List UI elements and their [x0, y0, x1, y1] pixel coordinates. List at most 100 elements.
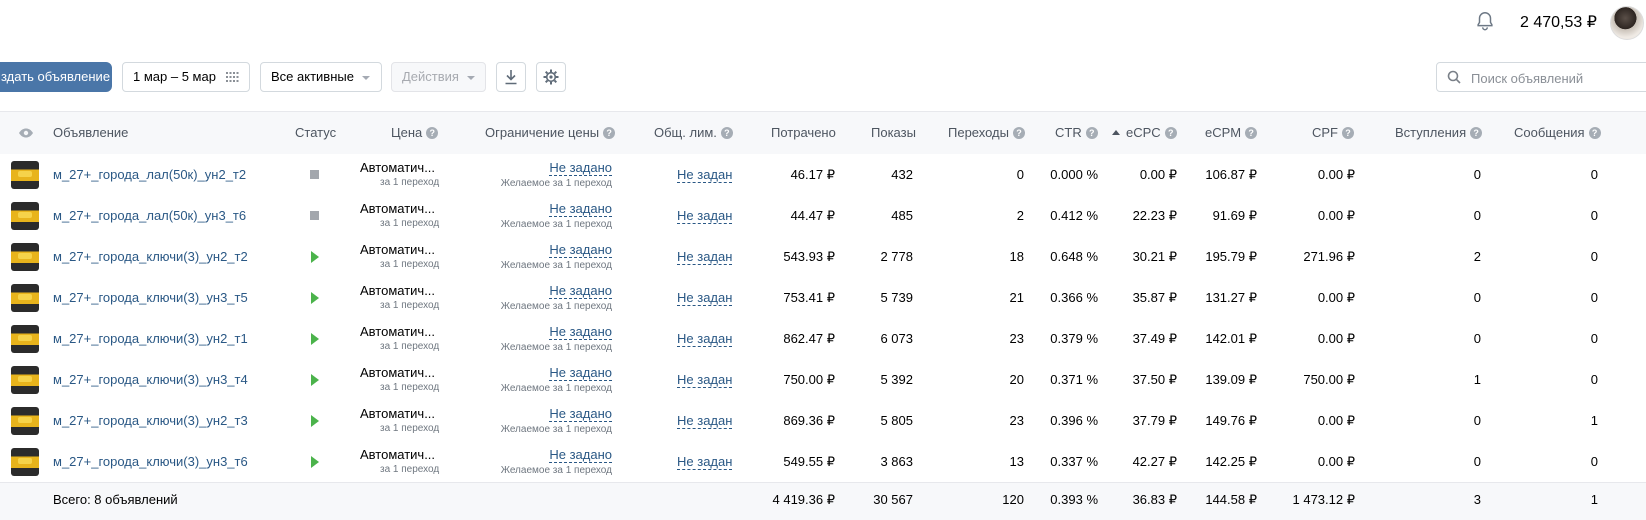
price-value[interactable]: Автоматич...: [360, 365, 435, 380]
ad-thumbnail[interactable]: [11, 325, 39, 353]
search-input[interactable]: [1469, 68, 1643, 88]
play-icon[interactable]: [311, 251, 319, 263]
help-icon[interactable]: ?: [1085, 127, 1098, 139]
column-joins[interactable]: Вступления?: [1395, 125, 1483, 140]
total-clicks: 120: [1002, 492, 1024, 507]
actions-dropdown[interactable]: Действия: [391, 62, 486, 92]
status-filter-dropdown[interactable]: Все активные: [260, 62, 382, 92]
column-messages[interactable]: Сообщения?: [1514, 125, 1601, 140]
play-icon[interactable]: [311, 456, 319, 468]
general-limit-link[interactable]: Не задан: [677, 372, 733, 388]
table-row[interactable]: м_27+_города_ключи(3)_ун2_т1 Автоматич...…: [0, 318, 1646, 360]
ad-name-link[interactable]: м_27+_города_ключи(3)_ун2_т3: [53, 413, 248, 428]
column-price-limit[interactable]: Ограничение цены?: [485, 125, 616, 140]
general-limit-link[interactable]: Не задан: [677, 290, 733, 306]
general-limit-link[interactable]: Не задан: [677, 331, 733, 347]
column-clicks[interactable]: Переходы?: [948, 125, 1025, 140]
price-value[interactable]: Автоматич...: [360, 324, 435, 339]
column-impressions[interactable]: Показы: [871, 125, 916, 140]
download-button[interactable]: [496, 62, 526, 92]
price-value[interactable]: Автоматич...: [360, 201, 435, 216]
general-limit-link[interactable]: Не задан: [677, 167, 733, 183]
ad-name-link[interactable]: м_27+_города_лал(50к)_ун2_т2: [53, 167, 246, 182]
ad-name-link[interactable]: м_27+_города_ключи(3)_ун2_т1: [53, 331, 248, 346]
play-icon[interactable]: [311, 415, 319, 427]
table-row[interactable]: м_27+_города_ключи(3)_ун3_т4 Автоматич...…: [0, 359, 1646, 401]
price-limit-link[interactable]: Не задано: [549, 324, 612, 340]
eye-icon[interactable]: [18, 128, 34, 138]
help-icon[interactable]: ?: [1164, 127, 1177, 139]
stop-icon[interactable]: [310, 211, 319, 220]
help-icon[interactable]: ?: [426, 127, 439, 139]
ad-name-link[interactable]: м_27+_города_лал(50к)_ун3_т6: [53, 208, 246, 223]
help-icon[interactable]: ?: [603, 127, 616, 139]
price-limit-link[interactable]: Не задано: [549, 283, 612, 299]
table-row[interactable]: м_27+_города_ключи(3)_ун2_т3 Автоматич...…: [0, 400, 1646, 442]
help-icon[interactable]: ?: [1588, 127, 1601, 139]
settings-button[interactable]: [536, 62, 566, 92]
column-general-limit[interactable]: Общ. лим.?: [654, 125, 733, 140]
column-ad[interactable]: Объявление: [53, 125, 128, 140]
price-value[interactable]: Автоматич...: [360, 242, 435, 257]
cell-messages: 0: [1590, 372, 1598, 387]
price-limit-link[interactable]: Не задано: [549, 242, 612, 258]
ad-thumbnail[interactable]: [11, 243, 39, 271]
avatar[interactable]: [1610, 6, 1644, 40]
column-price[interactable]: Цена?: [391, 125, 439, 140]
price-limit-link[interactable]: Не задано: [549, 365, 612, 381]
price-limit-link[interactable]: Не задано: [549, 201, 612, 217]
ad-name-link[interactable]: м_27+_города_ключи(3)_ун3_т5: [53, 290, 248, 305]
ad-thumbnail[interactable]: [11, 202, 39, 230]
create-ad-button[interactable]: здать объявление: [0, 62, 112, 92]
play-icon[interactable]: [311, 292, 319, 304]
table-row[interactable]: м_27+_города_ключи(3)_ун3_т5 Автоматич...…: [0, 277, 1646, 319]
cell-impressions: 2 778: [880, 249, 913, 264]
stop-icon[interactable]: [310, 170, 319, 179]
price-caption: за 1 переход: [380, 300, 440, 311]
help-icon[interactable]: ?: [720, 127, 733, 139]
play-icon[interactable]: [311, 374, 319, 386]
play-icon[interactable]: [311, 333, 319, 345]
column-cpf[interactable]: CPF?: [1312, 125, 1354, 140]
general-limit-link[interactable]: Не задан: [677, 454, 733, 470]
column-price-label: Цена: [391, 125, 423, 140]
ad-thumbnail[interactable]: [11, 366, 39, 394]
table-row[interactable]: м_27+_города_ключи(3)_ун3_т6 Автоматич...…: [0, 441, 1646, 483]
help-icon[interactable]: ?: [1470, 127, 1483, 139]
price-limit-link[interactable]: Не задано: [549, 447, 612, 463]
general-limit-link[interactable]: Не задан: [677, 413, 733, 429]
column-ecpc[interactable]: eCPC?: [1112, 125, 1177, 140]
general-limit-link[interactable]: Не задан: [677, 208, 733, 224]
table-row[interactable]: м_27+_города_лал(50к)_ун3_т6 Автоматич...…: [0, 195, 1646, 237]
ad-name-link[interactable]: м_27+_города_ключи(3)_ун2_т2: [53, 249, 248, 264]
ad-name-link[interactable]: м_27+_города_ключи(3)_ун3_т6: [53, 454, 248, 469]
price-value[interactable]: Автоматич...: [360, 283, 435, 298]
ad-thumbnail[interactable]: [11, 448, 39, 476]
column-spent[interactable]: Потрачено: [771, 125, 836, 140]
ad-thumbnail[interactable]: [11, 161, 39, 189]
price-limit-link[interactable]: Не задано: [549, 406, 612, 422]
account-balance[interactable]: 2 470,53 ₽: [1520, 12, 1597, 32]
price-caption: за 1 переход: [380, 464, 440, 475]
help-icon[interactable]: ?: [1342, 127, 1354, 139]
cell-clicks: 18: [1009, 249, 1024, 264]
price-value[interactable]: Автоматич...: [360, 406, 435, 421]
price-limit-link[interactable]: Не задано: [549, 160, 612, 176]
ad-thumbnail[interactable]: [11, 284, 39, 312]
price-value[interactable]: Автоматич...: [360, 447, 435, 462]
column-status[interactable]: Статус: [295, 125, 336, 140]
bell-icon[interactable]: [1474, 10, 1496, 32]
cell-ctr: 0.396 %: [1050, 413, 1098, 428]
general-limit-link[interactable]: Не задан: [677, 249, 733, 265]
table-row[interactable]: м_27+_города_лал(50к)_ун2_т2 Автоматич...…: [0, 154, 1646, 196]
column-ctr[interactable]: CTR?: [1055, 125, 1098, 140]
ad-thumbnail[interactable]: [11, 407, 39, 435]
table-row[interactable]: м_27+_города_ключи(3)_ун2_т2 Автоматич...…: [0, 236, 1646, 278]
column-ecpm[interactable]: eCPM?: [1205, 125, 1258, 140]
help-icon[interactable]: ?: [1012, 127, 1025, 139]
help-icon[interactable]: ?: [1245, 127, 1258, 139]
ad-name-link[interactable]: м_27+_города_ключи(3)_ун3_т4: [53, 372, 248, 387]
search-box[interactable]: [1436, 62, 1646, 92]
date-range-picker[interactable]: 1 мар – 5 мар: [122, 62, 250, 92]
price-value[interactable]: Автоматич...: [360, 160, 435, 175]
